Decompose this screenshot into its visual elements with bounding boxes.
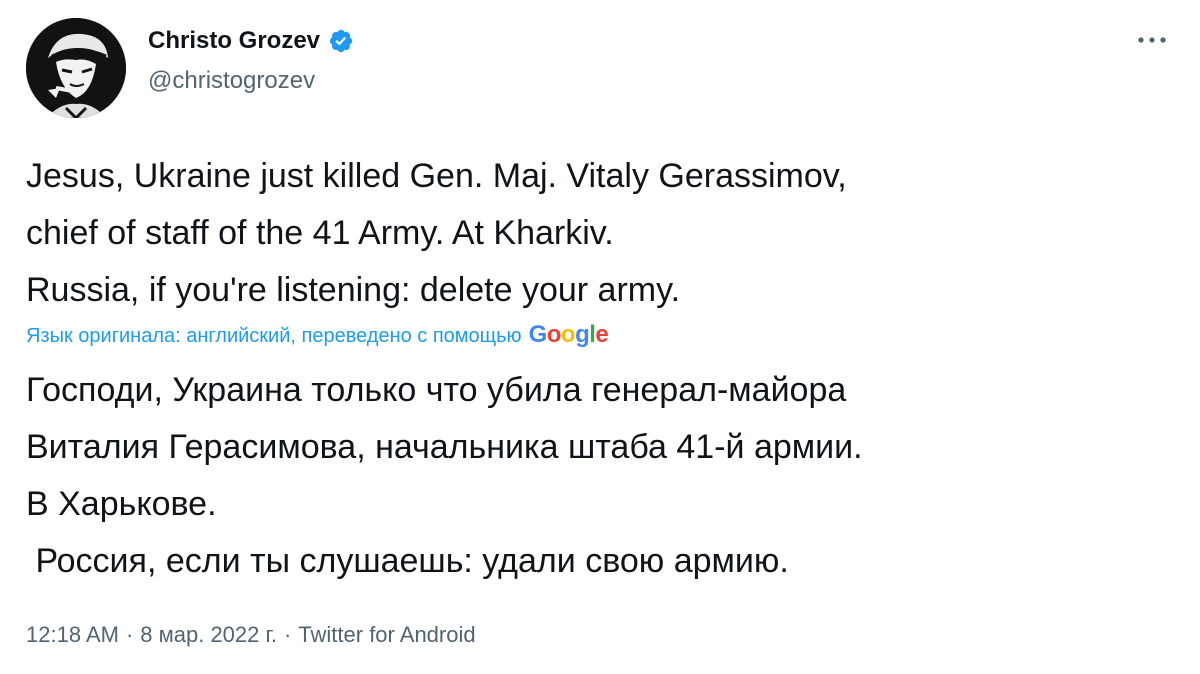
avatar[interactable] xyxy=(26,18,126,118)
author-name-row: Christo Grozev xyxy=(148,26,354,56)
translation-note-text: Язык оригинала: английский, переведено с… xyxy=(26,325,522,347)
google-logo: Google xyxy=(528,321,609,348)
author-handle[interactable]: @christogrozev xyxy=(148,66,315,96)
author-display-name[interactable]: Christo Grozev xyxy=(148,26,320,56)
tweet-time[interactable]: 12:18 AM xyxy=(26,620,119,650)
verified-badge-icon xyxy=(328,28,354,54)
meta-separator: · xyxy=(283,622,292,647)
translated-text: Господи, Украина только что убила генера… xyxy=(26,371,863,580)
avatar-portrait xyxy=(26,18,126,118)
more-options-button[interactable] xyxy=(1130,22,1174,58)
tweet-meta: 12:18 AM · 8 мар. 2022 г. · Twitter for … xyxy=(26,620,476,650)
more-options-icon xyxy=(1138,37,1166,43)
meta-separator: · xyxy=(125,622,134,647)
tweet-source[interactable]: Twitter for Android xyxy=(298,620,475,650)
tweet-date[interactable]: 8 мар. 2022 г. xyxy=(140,620,277,650)
translation-note[interactable]: Язык оригинала: английский, переведено с… xyxy=(26,321,609,350)
tweet-text: Jesus, Ukraine just killed Gen. Maj. Vit… xyxy=(26,157,847,309)
